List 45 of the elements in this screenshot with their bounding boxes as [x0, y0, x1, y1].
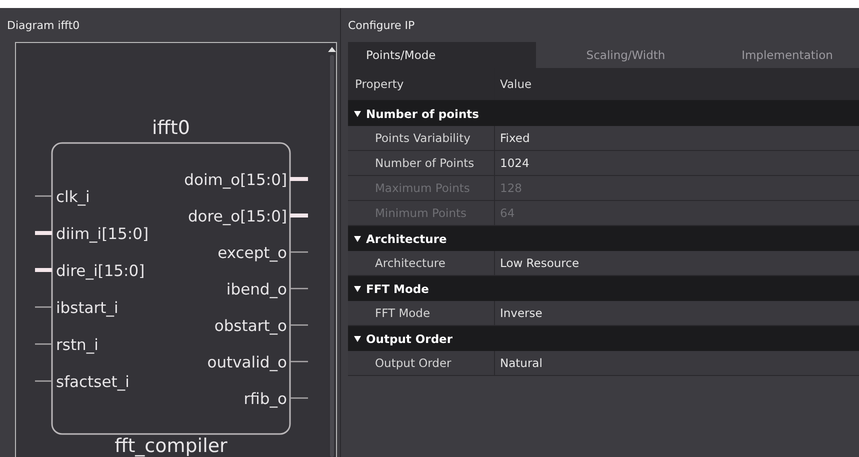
pin-label: rfib_o — [244, 390, 287, 408]
pin-label: ibend_o — [226, 280, 287, 298]
scroll-up-icon[interactable] — [328, 47, 336, 52]
pin-label: dire_i[15:0] — [56, 262, 145, 280]
property-name: Points Variability — [348, 126, 495, 150]
group-header[interactable]: Output Order — [348, 326, 859, 351]
property-name: FFT Mode — [348, 301, 495, 325]
property-value[interactable]: Fixed — [495, 126, 859, 150]
pin-label: ibstart_i — [56, 299, 118, 317]
tab[interactable]: Scaling/Width — [536, 42, 698, 68]
pin-label: rstn_i — [56, 336, 98, 354]
group-label: Output Order — [366, 332, 453, 346]
tab[interactable]: Implementation — [698, 42, 859, 68]
group-label: Number of points — [366, 106, 480, 120]
group-header[interactable]: Number of points — [348, 101, 859, 126]
group-header[interactable]: Architecture — [348, 226, 859, 251]
expand-caret-icon[interactable] — [354, 336, 361, 342]
expand-caret-icon[interactable] — [354, 236, 361, 242]
column-header: Value — [499, 76, 533, 93]
pin-label: dore_o[15:0] — [188, 208, 287, 226]
group-label: FFT Mode — [366, 282, 429, 296]
pin-label: obstart_o — [214, 317, 287, 335]
group-header[interactable]: FFT Mode — [348, 276, 859, 301]
group-label: Architecture — [366, 232, 447, 246]
property-name: Number of Points — [348, 151, 495, 175]
pin-label: except_o — [218, 244, 287, 262]
instance-name: ifft0 — [152, 117, 190, 139]
column-header: Property — [348, 68, 495, 100]
property-value[interactable]: Natural — [495, 351, 859, 375]
expand-caret-icon[interactable] — [354, 110, 361, 116]
property-name: Architecture — [348, 251, 495, 275]
expand-caret-icon[interactable] — [354, 286, 361, 292]
property-name: Output Order — [348, 351, 495, 375]
pin-label: outvalid_o — [207, 354, 287, 372]
module-name: fft_compiler — [114, 435, 228, 457]
pin-label: diim_i[15:0] — [56, 225, 149, 243]
property-value[interactable]: Inverse — [495, 301, 859, 325]
property-value[interactable]: Low Resource — [495, 251, 859, 275]
panel-title: Configure IP — [347, 18, 416, 34]
pin-label: sfactset_i — [56, 373, 130, 391]
pin-label: clk_i — [56, 188, 90, 206]
pin-label: doim_o[15:0] — [184, 171, 287, 189]
property-value[interactable]: 1024 — [495, 151, 859, 175]
tab[interactable]: Points/Mode — [348, 42, 536, 68]
panel-title: Diagram ifft0 — [6, 18, 81, 34]
